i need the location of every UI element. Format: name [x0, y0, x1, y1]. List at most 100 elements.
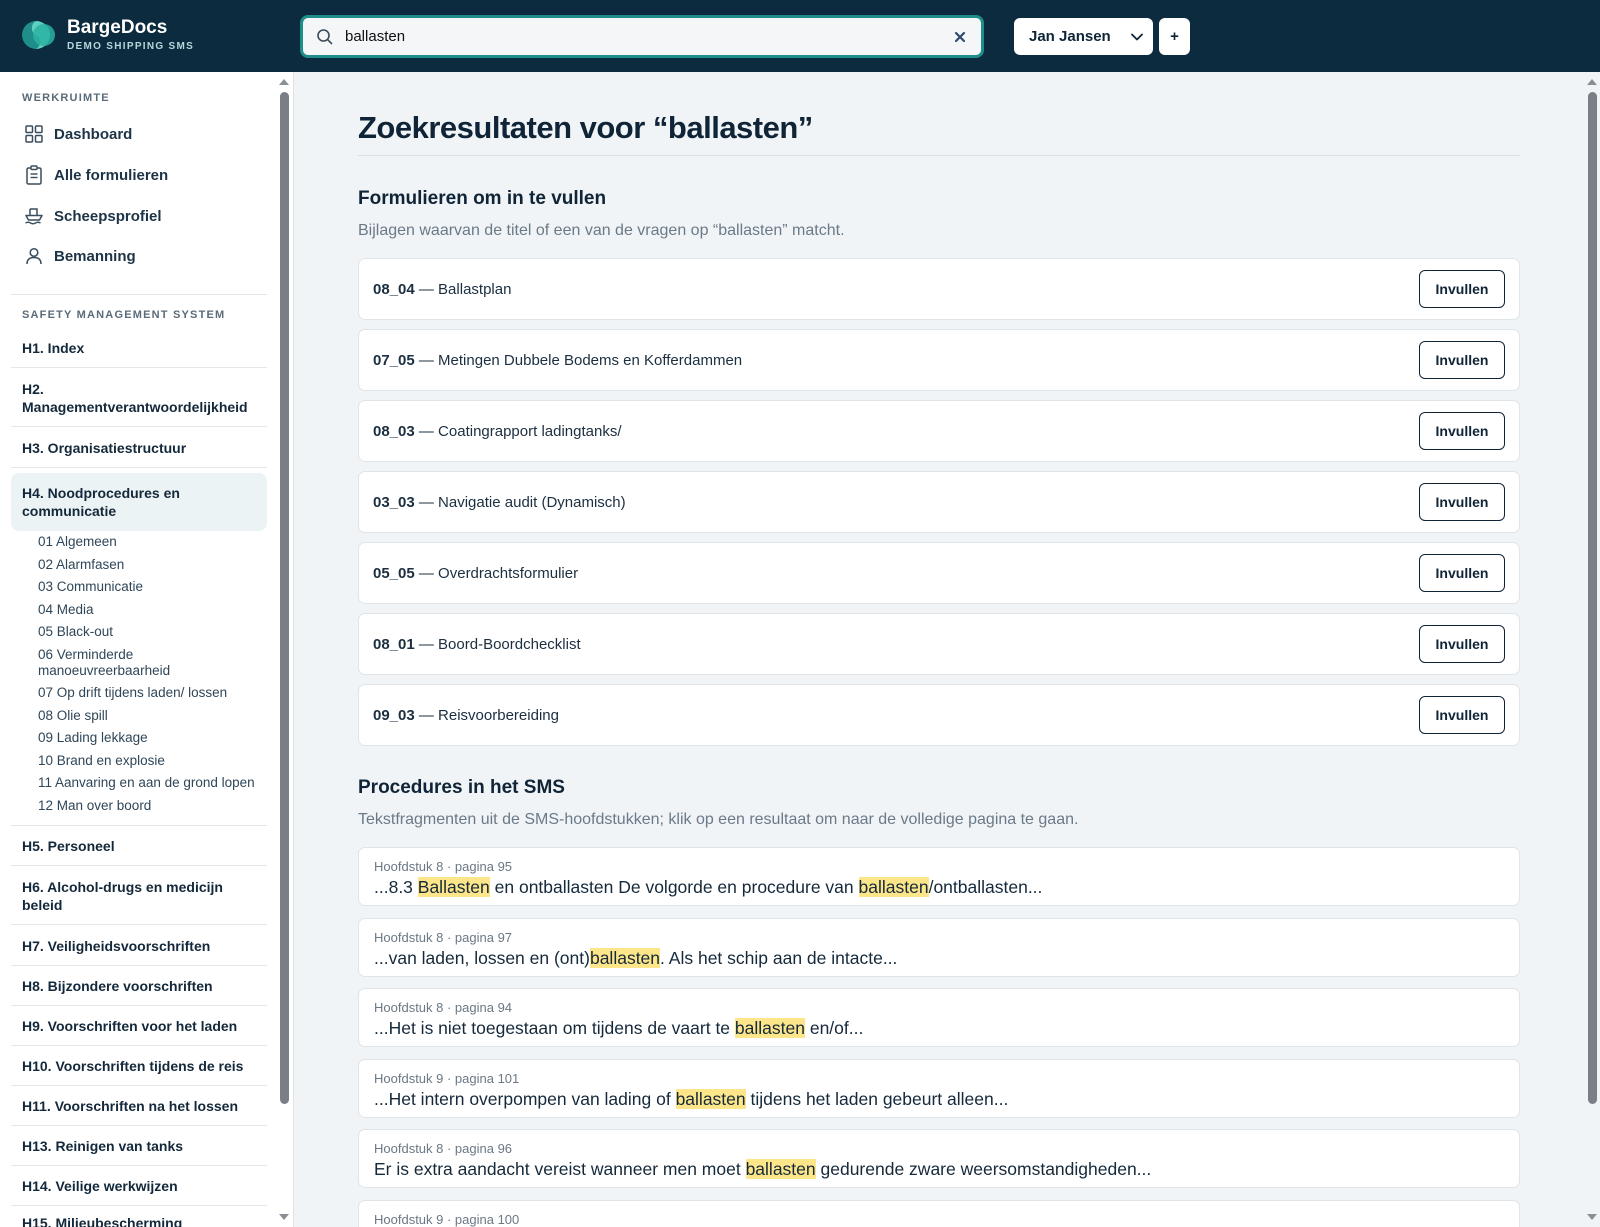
sidebar-item-label: Alle formulieren	[54, 166, 169, 184]
sidebar-subsection[interactable]: 06 Verminderde manoeuvreerbaarheid	[38, 647, 266, 679]
sidebar-chapter-h13[interactable]: H13. Reinigen van tanks	[11, 1126, 267, 1166]
procedure-result-row[interactable]: Hoofdstuk 9 · pagina 100	[358, 1200, 1520, 1227]
clipboard-icon	[23, 164, 45, 186]
sidebar-chapter-h2[interactable]: H2. Managementverantwoordelijkheid	[11, 369, 267, 427]
sidebar-chapter-h6[interactable]: H6. Alcohol-drugs en medicijn beleid	[11, 867, 267, 925]
procedure-snippet: ...8.3 Ballasten en ontballasten De volg…	[374, 876, 1504, 898]
forms-section-description: Bijlagen waarvan de titel of een van de …	[358, 222, 845, 239]
procedures-section-description: Tekstfragmenten uit de SMS-hoofdstukken;…	[358, 811, 1079, 828]
snippet-text: /ontballasten...	[928, 877, 1043, 897]
form-result-row[interactable]: 08_01 — Boord-Boordchecklist Invullen	[358, 613, 1520, 675]
form-code: 09_03	[373, 706, 415, 724]
sidebar-chapter-h10[interactable]: H10. Voorschriften tijdens de reis	[11, 1046, 267, 1086]
form-name: — Navigatie audit (Dynamisch)	[414, 493, 626, 511]
form-result-row[interactable]: 08_03 — Coatingrapport ladingtanks/ Invu…	[358, 400, 1520, 462]
form-code: 07_05	[373, 351, 415, 369]
top-bar: BargeDocs DEMO SHIPPING SMS Jan Jansen +	[0, 0, 1600, 72]
main-scrollbar[interactable]	[1588, 92, 1597, 1104]
sidebar-chapter-h11[interactable]: H11. Voorschriften na het lossen	[11, 1086, 267, 1126]
snippet-text: gedurende zware weersomstandigheden...	[815, 1159, 1152, 1179]
sidebar-chapter-h1[interactable]: H1. Index	[11, 328, 267, 368]
procedure-result-row[interactable]: Hoofdstuk 8 · pagina 97 ...van laden, lo…	[358, 918, 1520, 977]
sidebar-subsection[interactable]: 03 Communicatie	[38, 579, 266, 595]
snippet-text: ...Het is niet toegestaan om tijdens de …	[374, 1018, 735, 1038]
sidebar-chapter-h7[interactable]: H7. Veiligheidsvoorschriften	[11, 926, 267, 966]
sidebar-chapter-h5[interactable]: H5. Personeel	[11, 826, 267, 866]
invullen-button[interactable]: Invullen	[1419, 483, 1505, 521]
invullen-button[interactable]: Invullen	[1419, 412, 1505, 450]
sidebar-item-label: Dashboard	[54, 125, 133, 143]
search-icon	[315, 27, 335, 47]
forms-section-title: Formulieren om in te vullen	[358, 188, 607, 209]
invullen-button[interactable]: Invullen	[1419, 270, 1505, 308]
title-divider	[358, 155, 1520, 156]
sidebar-item-alle-formulieren[interactable]: Alle formulieren	[11, 155, 267, 195]
scroll-down-arrow-icon[interactable]	[279, 1214, 289, 1220]
sidebar-subsection[interactable]: 05 Black-out	[38, 624, 266, 640]
procedure-result-row[interactable]: Hoofdstuk 9 · pagina 101 ...Het intern o…	[358, 1059, 1520, 1118]
procedure-meta: Hoofdstuk 8 · pagina 96	[374, 1141, 513, 1156]
sidebar-item-scheepsprofiel[interactable]: Scheepsprofiel	[11, 196, 267, 236]
brand-tagline: DEMO SHIPPING SMS	[67, 41, 195, 52]
sidebar-item-bemanning[interactable]: Bemanning	[11, 236, 267, 276]
main-content: Zoekresultaten voor “ballasten” Formulie…	[294, 72, 1584, 1227]
sidebar-subsection[interactable]: 04 Media	[38, 602, 266, 618]
scroll-up-arrow-icon[interactable]	[279, 79, 289, 85]
snippet-text: tijdens het laden gebeurt alleen...	[745, 1089, 1009, 1109]
sidebar-chapter-h9[interactable]: H9. Voorschriften voor het laden	[11, 1006, 267, 1046]
snippet-text: Er is extra aandacht vereist wanneer men…	[374, 1159, 746, 1179]
form-code: 08_04	[373, 280, 415, 298]
chevron-down-icon	[1131, 28, 1143, 45]
scroll-down-arrow-icon[interactable]	[1587, 1214, 1597, 1220]
sidebar-chapter-h15[interactable]: H15. Milieubescherming	[11, 1208, 267, 1227]
procedure-meta: Hoofdstuk 8 · pagina 94	[374, 1000, 513, 1015]
procedure-meta: Hoofdstuk 9 · pagina 100	[374, 1212, 520, 1227]
form-result-row[interactable]: 05_05 — Overdrachtsformulier Invullen	[358, 542, 1520, 604]
sidebar-subsection[interactable]: 10 Brand en explosie	[38, 753, 266, 769]
sidebar-subsection[interactable]: 07 Op drift tijdens laden/ lossen	[38, 685, 266, 701]
app-logo[interactable]: BargeDocs DEMO SHIPPING SMS	[22, 18, 194, 52]
invullen-button[interactable]: Invullen	[1419, 696, 1505, 734]
user-select[interactable]: Jan Jansen	[1014, 18, 1153, 55]
form-result-row[interactable]: 08_04 — Ballastplan Invullen	[358, 258, 1520, 320]
sidebar-chapter-h4[interactable]: H4. Noodprocedures en communicatie	[11, 473, 267, 531]
search-highlight: ballasten	[745, 1159, 816, 1179]
form-code: 08_03	[373, 422, 415, 440]
procedure-result-row[interactable]: Hoofdstuk 8 · pagina 95 ...8.3 Ballasten…	[358, 847, 1520, 906]
procedure-snippet: ...van laden, lossen en (ont)ballasten. …	[374, 947, 1504, 969]
search-input[interactable]	[345, 18, 947, 55]
sidebar-subsection[interactable]: 01 Algemeen	[38, 534, 266, 550]
sidebar-chapter-h8[interactable]: H8. Bijzondere voorschriften	[11, 966, 267, 1006]
invullen-button[interactable]: Invullen	[1419, 625, 1505, 663]
add-button[interactable]: +	[1159, 18, 1190, 55]
search-highlight: ballasten	[589, 948, 661, 968]
sidebar-chapter-h14[interactable]: H14. Veilige werkwijzen	[11, 1166, 267, 1206]
snippet-text: . Als het schip aan de intacte...	[660, 948, 898, 968]
form-result-row[interactable]: 09_03 — Reisvoorbereiding Invullen	[358, 684, 1520, 746]
invullen-button[interactable]: Invullen	[1419, 554, 1505, 592]
sidebar-subsection[interactable]: 02 Alarmfasen	[38, 557, 266, 573]
dashboard-grid-icon	[23, 123, 45, 145]
invullen-button[interactable]: Invullen	[1419, 341, 1505, 379]
sidebar-chapter-h3[interactable]: H3. Organisatiestructuur	[11, 428, 267, 468]
procedure-result-row[interactable]: Hoofdstuk 8 · pagina 96 Er is extra aand…	[358, 1129, 1520, 1188]
form-result-row[interactable]: 03_03 — Navigatie audit (Dynamisch) Invu…	[358, 471, 1520, 533]
sidebar-subsection[interactable]: 12 Man over boord	[38, 798, 266, 814]
sidebar-divider	[11, 294, 267, 295]
procedure-result-row[interactable]: Hoofdstuk 8 · pagina 94 ...Het is niet t…	[358, 988, 1520, 1047]
sidebar-item-dashboard[interactable]: Dashboard	[11, 114, 267, 154]
procedure-meta: Hoofdstuk 9 · pagina 101	[374, 1071, 520, 1086]
scroll-up-arrow-icon[interactable]	[1587, 79, 1597, 85]
procedure-snippet: ...Het is niet toegestaan om tijdens de …	[374, 1017, 1504, 1039]
clear-search-icon[interactable]	[947, 24, 973, 50]
sidebar-item-label: Bemanning	[54, 247, 136, 265]
form-result-row[interactable]: 07_05 — Metingen Dubbele Bodems en Koffe…	[358, 329, 1520, 391]
page-title: Zoekresultaten voor “ballasten”	[358, 110, 813, 145]
logo-mark-icon	[22, 18, 56, 52]
form-name: — Coatingrapport ladingtanks/	[414, 422, 622, 440]
sidebar-subsection[interactable]: 11 Aanvaring en aan de grond lopen	[38, 775, 266, 791]
user-select-value: Jan Jansen	[1029, 28, 1111, 45]
sidebar-subsection[interactable]: 09 Lading lekkage	[38, 730, 266, 746]
sidebar-scrollbar[interactable]	[280, 92, 289, 1104]
sidebar-subsection[interactable]: 08 Olie spill	[38, 708, 266, 724]
